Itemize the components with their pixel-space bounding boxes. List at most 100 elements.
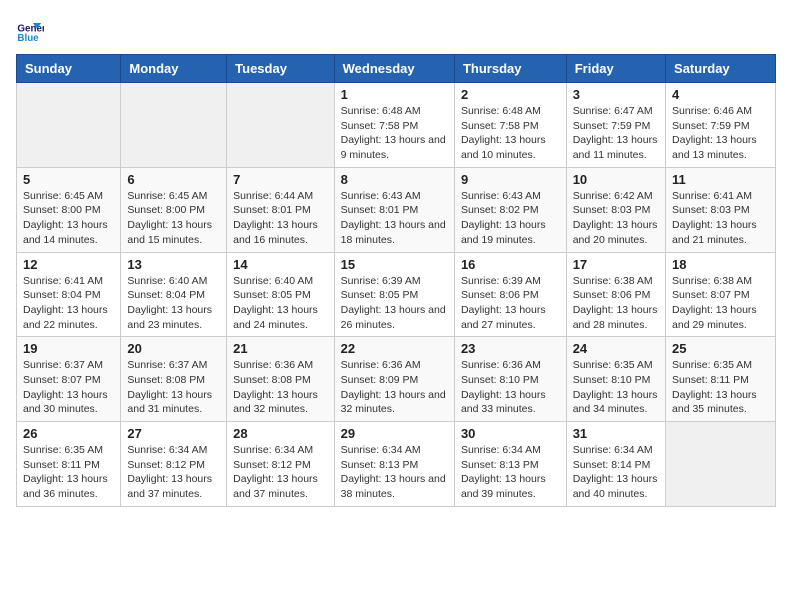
day-number: 10 — [573, 172, 659, 187]
svg-text:Blue: Blue — [17, 33, 39, 44]
calendar-cell: 23 Sunrise: 6:36 AMSunset: 8:10 PMDayligh… — [454, 337, 566, 422]
day-info: Sunrise: 6:39 AMSunset: 8:06 PMDaylight:… — [461, 274, 560, 333]
day-info: Sunrise: 6:48 AMSunset: 7:58 PMDaylight:… — [461, 104, 560, 163]
calendar-week-row: 19 Sunrise: 6:37 AMSunset: 8:07 PMDayligh… — [17, 337, 776, 422]
calendar-cell: 21Sunrise: 6:36 AMSunset: 8:08 PMDayligh… — [227, 337, 334, 422]
day-number: 5 — [23, 172, 114, 187]
day-number: 31 — [573, 426, 659, 441]
weekday-header: Friday — [566, 55, 665, 83]
day-info: Sunrise: 6:46 AMSunset: 7:59 PMDaylight:… — [672, 104, 769, 163]
day-number: 17 — [573, 257, 659, 272]
day-info: Sunrise: 6:41 AMSunset: 8:04 PMDaylight:… — [23, 274, 114, 333]
logo-icon: General Blue — [16, 16, 44, 44]
calendar-cell: 14 Sunrise: 6:40 AMSunset: 8:05 PMDayligh… — [227, 252, 334, 337]
day-number: 9 — [461, 172, 560, 187]
day-number: 1 — [341, 87, 448, 102]
day-info: Sunrise: 6:42 AMSunset: 8:03 PMDaylight:… — [573, 189, 659, 248]
day-info: Sunrise: 6:36 AMSunset: 8:08 PMDaylight:… — [233, 358, 327, 417]
day-number: 19 — [23, 341, 114, 356]
day-info: Sunrise: 6:35 AMSunset: 8:11 PMDaylight:… — [672, 358, 769, 417]
calendar-cell: 7 Sunrise: 6:44 AMSunset: 8:01 PMDaylight… — [227, 167, 334, 252]
calendar-cell: 24 Sunrise: 6:35 AMSunset: 8:10 PMDayligh… — [566, 337, 665, 422]
day-number: 23 — [461, 341, 560, 356]
calendar-cell: 13 Sunrise: 6:40 AMSunset: 8:04 PMDayligh… — [121, 252, 227, 337]
weekday-header: Tuesday — [227, 55, 334, 83]
calendar-cell: 20Sunrise: 6:37 AMSunset: 8:08 PMDayligh… — [121, 337, 227, 422]
calendar-cell: 11 Sunrise: 6:41 AMSunset: 8:03 PMDayligh… — [666, 167, 776, 252]
day-number: 8 — [341, 172, 448, 187]
day-info: Sunrise: 6:34 AMSunset: 8:12 PMDaylight:… — [127, 443, 220, 502]
day-number: 22 — [341, 341, 448, 356]
weekday-header: Sunday — [17, 55, 121, 83]
calendar-cell: 8 Sunrise: 6:43 AMSunset: 8:01 PMDaylight… — [334, 167, 454, 252]
calendar-cell: 4 Sunrise: 6:46 AMSunset: 7:59 PMDaylight… — [666, 83, 776, 168]
day-number: 26 — [23, 426, 114, 441]
day-info: Sunrise: 6:35 AMSunset: 8:11 PMDaylight:… — [23, 443, 114, 502]
calendar-cell: 31 Sunrise: 6:34 AMSunset: 8:14 PMDayligh… — [566, 422, 665, 507]
calendar-week-row: 1 Sunrise: 6:48 AMSunset: 7:58 PMDaylight… — [17, 83, 776, 168]
weekday-header: Thursday — [454, 55, 566, 83]
day-info: Sunrise: 6:37 AMSunset: 8:08 PMDaylight:… — [127, 358, 220, 417]
day-info: Sunrise: 6:43 AMSunset: 8:01 PMDaylight:… — [341, 189, 448, 248]
calendar-week-row: 26 Sunrise: 6:35 AMSunset: 8:11 PMDayligh… — [17, 422, 776, 507]
calendar-cell: 12 Sunrise: 6:41 AMSunset: 8:04 PMDayligh… — [17, 252, 121, 337]
calendar-cell: 2Sunrise: 6:48 AMSunset: 7:58 PMDaylight… — [454, 83, 566, 168]
calendar-cell: 5 Sunrise: 6:45 AMSunset: 8:00 PMDaylight… — [17, 167, 121, 252]
day-number: 29 — [341, 426, 448, 441]
calendar-cell — [17, 83, 121, 168]
day-info: Sunrise: 6:36 AMSunset: 8:10 PMDaylight:… — [461, 358, 560, 417]
day-info: Sunrise: 6:40 AMSunset: 8:05 PMDaylight:… — [233, 274, 327, 333]
calendar-cell: 1Sunrise: 6:48 AMSunset: 7:58 PMDaylight… — [334, 83, 454, 168]
day-info: Sunrise: 6:40 AMSunset: 8:04 PMDaylight:… — [127, 274, 220, 333]
weekday-header: Monday — [121, 55, 227, 83]
day-info: Sunrise: 6:34 AMSunset: 8:14 PMDaylight:… — [573, 443, 659, 502]
day-info: Sunrise: 6:34 AMSunset: 8:13 PMDaylight:… — [461, 443, 560, 502]
day-info: Sunrise: 6:45 AMSunset: 8:00 PMDaylight:… — [23, 189, 114, 248]
calendar-cell: 16 Sunrise: 6:39 AMSunset: 8:06 PMDayligh… — [454, 252, 566, 337]
calendar-cell: 10 Sunrise: 6:42 AMSunset: 8:03 PMDayligh… — [566, 167, 665, 252]
page-header: General Blue — [16, 16, 776, 44]
day-info: Sunrise: 6:37 AMSunset: 8:07 PMDaylight:… — [23, 358, 114, 417]
calendar-cell: 15Sunrise: 6:39 AMSunset: 8:05 PMDayligh… — [334, 252, 454, 337]
day-number: 13 — [127, 257, 220, 272]
calendar-cell: 17 Sunrise: 6:38 AMSunset: 8:06 PMDayligh… — [566, 252, 665, 337]
day-number: 30 — [461, 426, 560, 441]
calendar-cell — [227, 83, 334, 168]
day-number: 27 — [127, 426, 220, 441]
calendar-cell: 30 Sunrise: 6:34 AMSunset: 8:13 PMDayligh… — [454, 422, 566, 507]
day-number: 24 — [573, 341, 659, 356]
day-number: 15 — [341, 257, 448, 272]
day-number: 11 — [672, 172, 769, 187]
day-info: Sunrise: 6:41 AMSunset: 8:03 PMDaylight:… — [672, 189, 769, 248]
day-info: Sunrise: 6:43 AMSunset: 8:02 PMDaylight:… — [461, 189, 560, 248]
day-number: 14 — [233, 257, 327, 272]
calendar-cell: 25Sunrise: 6:35 AMSunset: 8:11 PMDayligh… — [666, 337, 776, 422]
day-number: 18 — [672, 257, 769, 272]
day-number: 16 — [461, 257, 560, 272]
day-number: 7 — [233, 172, 327, 187]
day-info: Sunrise: 6:34 AMSunset: 8:13 PMDaylight:… — [341, 443, 448, 502]
day-info: Sunrise: 6:34 AMSunset: 8:12 PMDaylight:… — [233, 443, 327, 502]
calendar-cell: 19 Sunrise: 6:37 AMSunset: 8:07 PMDayligh… — [17, 337, 121, 422]
day-info: Sunrise: 6:35 AMSunset: 8:10 PMDaylight:… — [573, 358, 659, 417]
day-info: Sunrise: 6:38 AMSunset: 8:06 PMDaylight:… — [573, 274, 659, 333]
calendar-header: SundayMondayTuesdayWednesdayThursdayFrid… — [17, 55, 776, 83]
calendar-cell: 22Sunrise: 6:36 AMSunset: 8:09 PMDayligh… — [334, 337, 454, 422]
calendar-cell: 6Sunrise: 6:45 AMSunset: 8:00 PMDaylight… — [121, 167, 227, 252]
day-info: Sunrise: 6:44 AMSunset: 8:01 PMDaylight:… — [233, 189, 327, 248]
calendar-cell: 3 Sunrise: 6:47 AMSunset: 7:59 PMDaylight… — [566, 83, 665, 168]
day-number: 3 — [573, 87, 659, 102]
calendar-cell: 28Sunrise: 6:34 AMSunset: 8:12 PMDayligh… — [227, 422, 334, 507]
calendar-cell: 18Sunrise: 6:38 AMSunset: 8:07 PMDayligh… — [666, 252, 776, 337]
calendar-table: SundayMondayTuesdayWednesdayThursdayFrid… — [16, 54, 776, 507]
calendar-week-row: 5 Sunrise: 6:45 AMSunset: 8:00 PMDaylight… — [17, 167, 776, 252]
day-number: 4 — [672, 87, 769, 102]
day-number: 12 — [23, 257, 114, 272]
calendar-cell — [666, 422, 776, 507]
calendar-cell: 27 Sunrise: 6:34 AMSunset: 8:12 PMDayligh… — [121, 422, 227, 507]
calendar-week-row: 12 Sunrise: 6:41 AMSunset: 8:04 PMDayligh… — [17, 252, 776, 337]
calendar-cell: 9 Sunrise: 6:43 AMSunset: 8:02 PMDaylight… — [454, 167, 566, 252]
day-info: Sunrise: 6:47 AMSunset: 7:59 PMDaylight:… — [573, 104, 659, 163]
calendar-cell — [121, 83, 227, 168]
calendar-cell: 29 Sunrise: 6:34 AMSunset: 8:13 PMDayligh… — [334, 422, 454, 507]
